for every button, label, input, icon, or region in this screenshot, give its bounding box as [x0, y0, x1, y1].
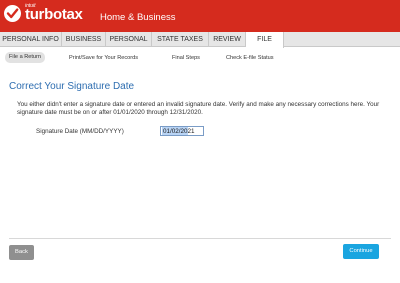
tab-business[interactable]: BUSINESS: [62, 32, 106, 47]
subnav-final-steps[interactable]: Final Steps: [172, 53, 200, 63]
page-title: Correct Your Signature Date: [9, 81, 135, 92]
main-nav: PERSONAL INFO BUSINESS PERSONAL STATE TA…: [0, 32, 400, 48]
signature-date-input[interactable]: [160, 126, 204, 136]
subnav-file-a-return[interactable]: File a Return: [5, 52, 46, 63]
signature-date-label: Signature Date (MM/DD/YYYY): [36, 128, 124, 135]
app-header: intuit turbotax Home & Business: [0, 0, 400, 32]
subnav-check-efile-status[interactable]: Check E-file Status: [226, 53, 274, 63]
tab-file[interactable]: FILE: [246, 32, 284, 48]
back-button[interactable]: Back: [9, 245, 34, 260]
tab-state-taxes[interactable]: STATE TAXES: [152, 32, 209, 47]
edition-label: Home & Business: [100, 12, 176, 23]
instructions-text: You either didn't enter a signature date…: [17, 101, 380, 116]
turbotax-logo[interactable]: turbotax: [25, 6, 83, 23]
footer-divider: [9, 238, 391, 239]
subnav-print-save[interactable]: Print/Save for Your Records: [69, 53, 138, 63]
sub-nav: File a Return Print/Save for Your Record…: [0, 48, 400, 66]
checkmark-icon: [4, 5, 21, 22]
tab-review[interactable]: REVIEW: [209, 32, 246, 47]
continue-button[interactable]: Continue: [343, 244, 379, 259]
tab-personal-info[interactable]: PERSONAL INFO: [0, 32, 62, 47]
tab-personal[interactable]: PERSONAL: [106, 32, 152, 47]
